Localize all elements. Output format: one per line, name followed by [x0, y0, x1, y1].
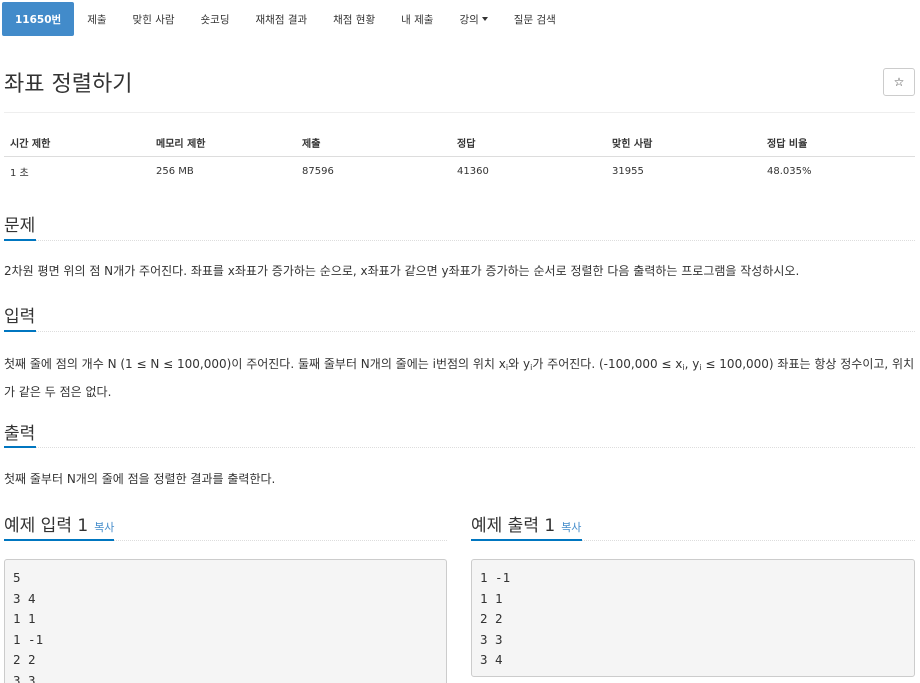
- output-underline: [4, 446, 36, 448]
- header-solvers: 맞힌 사람: [606, 130, 761, 157]
- tab-question-search[interactable]: 질문 검색: [501, 2, 569, 36]
- output-text: 첫째 줄부터 N개의 줄에 점을 정렬한 결과를 출력한다.: [4, 472, 276, 486]
- header-time-limit: 시간 제한: [4, 130, 150, 157]
- tab-problem-number[interactable]: 11650번: [2, 2, 75, 36]
- input-heading: 입력: [4, 307, 36, 327]
- tab-my-submissions[interactable]: 내 제출: [388, 2, 446, 36]
- header-accept-ratio: 정답 비율: [761, 130, 915, 157]
- tab-accepted-users[interactable]: 맞힌 사람: [120, 2, 188, 36]
- description-heading: 문제: [4, 216, 36, 236]
- output-divider: [4, 447, 915, 448]
- input-underline: [4, 330, 36, 332]
- value-time-limit: 1 초: [10, 167, 29, 179]
- value-memory-limit: 256 MB: [156, 165, 194, 177]
- info-header-row: 시간 제한 메모리 제한 제출 정답 맞힌 사람 정답 비율: [4, 130, 915, 157]
- value-accepted: 41360: [457, 165, 489, 177]
- sample-output-underline: [471, 539, 582, 541]
- input-text-part4: , y: [684, 357, 700, 371]
- problem-title: 좌표 정렬하기: [4, 72, 133, 97]
- tab-lectures-dropdown[interactable]: 강의: [446, 2, 500, 36]
- header-memory-limit: 메모리 제한: [150, 130, 296, 157]
- copy-sample-input-link[interactable]: 복사: [94, 521, 114, 534]
- tab-rejudge-results[interactable]: 재채점 결과: [243, 2, 321, 36]
- sample-output-title: 예제 출력 1: [471, 516, 556, 536]
- sample-input-underline: [4, 539, 114, 541]
- title-divider: [4, 112, 915, 113]
- input-text-part1: 첫째 줄에 점의 개수 N (1 ≤ N ≤ 100,000)이 주어진다. 둘…: [4, 357, 506, 371]
- description-text: 2차원 평면 위의 점 N개가 주어진다. 좌표를 x좌표가 증가하는 순으로,…: [4, 264, 800, 278]
- problem-info-table: 시간 제한 메모리 제한 제출 정답 맞힌 사람 정답 비율 1 초 256 M…: [4, 130, 915, 186]
- star-icon: ☆: [893, 75, 905, 89]
- input-divider: [4, 331, 915, 332]
- sample-output-heading: 예제 출력 1 복사: [471, 511, 581, 536]
- problem-page: 11650번 제출 맞힌 사람 숏코딩 재채점 결과 채점 현황 내 제출 강의…: [0, 0, 920, 683]
- header-accepted: 정답: [451, 130, 606, 157]
- value-accept-ratio: 48.035%: [767, 165, 812, 177]
- tab-short-coding[interactable]: 숏코딩: [188, 2, 243, 36]
- tab-judge-status[interactable]: 채점 현황: [320, 2, 388, 36]
- description-divider: [4, 240, 915, 241]
- input-text: 첫째 줄에 점의 개수 N (1 ≤ N ≤ 100,000)이 주어진다. 둘…: [4, 352, 916, 404]
- problem-nav: 11650번 제출 맞힌 사람 숏코딩 재채점 결과 채점 현황 내 제출 강의…: [2, 2, 569, 36]
- copy-sample-output-link[interactable]: 복사: [561, 521, 581, 534]
- input-text-part2: 와 y: [508, 357, 531, 371]
- sample-input-box[interactable]: 5 3 4 1 1 1 -1 2 2 3 3: [4, 559, 447, 683]
- value-submissions: 87596: [302, 165, 334, 177]
- sample-input-heading: 예제 입력 1 복사: [4, 511, 114, 536]
- input-text-part3: 가 주어진다. (-100,000 ≤ x: [532, 357, 683, 371]
- description-underline: [4, 239, 36, 241]
- sample-output-box[interactable]: 1 -1 1 1 2 2 3 3 3 4: [471, 559, 915, 677]
- caret-down-icon: [481, 17, 488, 21]
- info-value-row: 1 초 256 MB 87596 41360 31955 48.035%: [4, 156, 915, 186]
- tab-lectures-label: 강의: [459, 13, 479, 26]
- output-heading: 출력: [4, 424, 36, 444]
- tab-submit[interactable]: 제출: [74, 2, 119, 36]
- sample-input-title: 예제 입력 1: [4, 516, 89, 536]
- header-submissions: 제출: [296, 130, 451, 157]
- value-solvers: 31955: [612, 165, 644, 177]
- favorite-star-button[interactable]: ☆: [883, 68, 915, 96]
